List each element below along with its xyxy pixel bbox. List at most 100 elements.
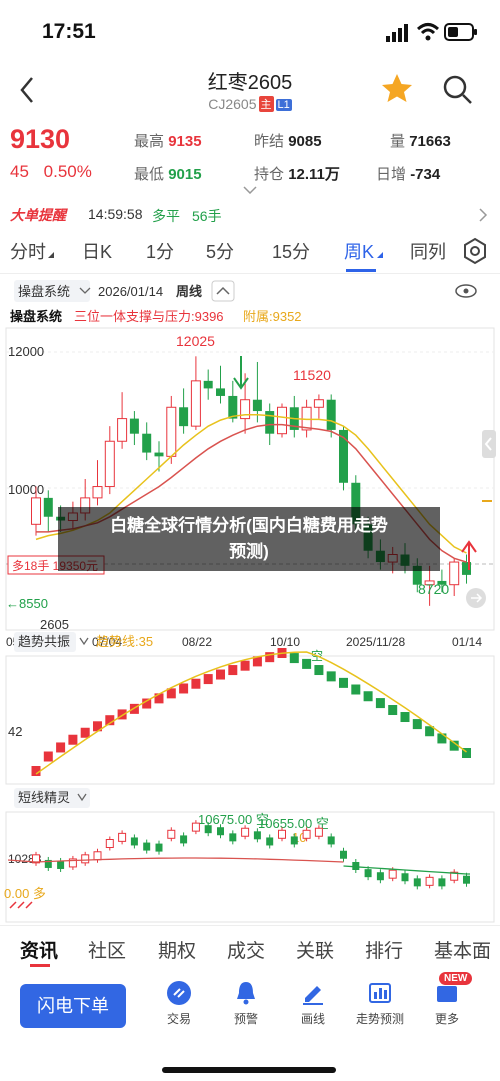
x-tick-label: 2025/11/28	[346, 635, 405, 649]
daily-increase-value: -734	[410, 166, 441, 183]
notice-qty: 56手	[192, 208, 222, 224]
trend-bar	[400, 712, 410, 723]
down-arrow-icon	[233, 356, 249, 390]
collapse-button[interactable]	[211, 280, 235, 302]
system-select[interactable]: 操盘系统	[18, 284, 70, 299]
x-tick-label: 10/10	[270, 635, 300, 649]
high-label: 12025	[176, 333, 215, 349]
eye-icon[interactable]	[455, 284, 477, 298]
trend-name[interactable]: 趋势共振	[18, 634, 70, 649]
active-tab-indicator	[346, 269, 376, 272]
l1-badge: L1	[275, 99, 292, 111]
short-bar	[290, 836, 298, 845]
short-bar	[278, 829, 286, 839]
trend-bar	[351, 684, 361, 695]
high-label: 最高	[134, 133, 165, 150]
y-label-10000: 10000	[8, 482, 44, 497]
candle-body	[43, 497, 53, 517]
short-bar	[180, 835, 188, 844]
trade-label: 交易	[166, 1012, 191, 1026]
trend-bar	[68, 734, 78, 745]
trend-bar	[228, 665, 238, 676]
candle-body	[252, 399, 262, 412]
draw-line-button[interactable]: 画线	[283, 980, 343, 1027]
tab-15min[interactable]: 15分	[272, 238, 310, 264]
nav-bar: 红枣2605 CJ2605 主 L1	[0, 62, 500, 118]
tab-intraday[interactable]: 分时	[10, 238, 46, 264]
x-tick-label: 08/22	[182, 635, 212, 649]
tab-community[interactable]: 社区	[88, 936, 126, 963]
prev-settle-stat: 昨结 9085	[254, 130, 322, 151]
x-tick-label: 01/14	[452, 635, 482, 649]
alert-label: 预警	[233, 1012, 258, 1026]
tab-same-list[interactable]: 同列	[410, 238, 446, 264]
volume-stat: 量 71663	[390, 130, 451, 151]
expand-chevron-icon[interactable]	[243, 186, 257, 194]
short-bar	[340, 850, 347, 859]
short-bar	[118, 832, 127, 842]
trend-forecast-label: 走势预测	[355, 1012, 404, 1026]
tab-trades[interactable]: 成交	[227, 936, 265, 963]
side-handle[interactable]	[482, 430, 496, 458]
short-bar	[93, 851, 102, 861]
tab-weekly[interactable]: 周K	[344, 238, 374, 264]
status-time: 17:51	[42, 20, 96, 43]
trend-bar	[388, 705, 398, 716]
low-value: 9015	[168, 166, 202, 183]
star-icon[interactable]	[380, 72, 414, 104]
app-screen: 17:51 红枣2605 CJ2605 主 L1 9130 45 0.50% 最…	[0, 0, 500, 1081]
settings-gear-icon[interactable]	[460, 236, 490, 266]
short-bar	[302, 829, 311, 839]
short-bar	[266, 837, 274, 846]
tab-related[interactable]: 关联	[296, 936, 334, 963]
chart-date: 2026/01/14	[98, 284, 163, 299]
high-stat: 最高 9135	[134, 130, 202, 151]
tab-5min[interactable]: 5分	[206, 238, 234, 264]
x-axis: 05/1607/0408/2210/102025/11/2801/14	[6, 635, 482, 649]
big-order-badge: 大单提醒	[10, 207, 66, 223]
tab-fundamentals[interactable]: 基本面	[434, 936, 500, 963]
tab-ranking[interactable]: 排行	[365, 936, 403, 963]
short-bar	[167, 829, 176, 839]
action-bar: 闪电下单 交易 预警 画线 走势预测 更多 NEW	[0, 972, 500, 1038]
overlay-line-1: 白糖全球行情分析(国内白糖费用走势	[110, 516, 388, 535]
candle-body	[216, 388, 225, 396]
battery-icon	[444, 23, 477, 41]
short-bar	[204, 825, 212, 834]
search-icon[interactable]	[442, 74, 474, 106]
candle-body	[117, 418, 128, 442]
alert-button[interactable]: 预警	[216, 980, 276, 1027]
candle-body	[265, 411, 275, 434]
news-overlay[interactable]: 白糖全球行情分析(国内白糖费用走势 预测)	[58, 507, 440, 571]
trend-forecast-button[interactable]: 走势预测	[350, 980, 410, 1027]
indicator-name: 操盘系统	[10, 309, 62, 324]
short-name[interactable]: 短线精灵	[18, 790, 70, 805]
page-title: 红枣2605	[207, 72, 293, 94]
trend-bar	[56, 742, 66, 753]
kline-chart[interactable]: 操盘系统 2026/01/14 周线 操盘系统 三位一体支撑与压力:9396 附…	[0, 276, 500, 924]
more-button[interactable]: 更多 NEW	[417, 972, 477, 1027]
short-bar	[81, 854, 90, 864]
tab-daily[interactable]: 日K	[82, 238, 112, 264]
open-interest-label: 持仓	[254, 166, 285, 183]
candle-body	[203, 380, 213, 389]
trend-y-label: 42	[8, 724, 22, 739]
trend-line-label: 趋势线:35	[96, 634, 153, 649]
tab-1min[interactable]: 1分	[146, 238, 174, 264]
short-bar	[241, 827, 250, 837]
trade-icon	[167, 981, 191, 1005]
trade-button[interactable]: 交易	[149, 980, 209, 1027]
notice-type: 多平	[152, 208, 180, 224]
contract-label: 2605	[40, 617, 69, 632]
short-bar	[364, 869, 372, 878]
trend-bar	[203, 674, 213, 685]
big-order-notice[interactable]: 大单提醒 14:59:58 多平 56手	[0, 200, 500, 228]
tab-news[interactable]: 资讯	[20, 936, 58, 963]
y-label-12000: 12000	[8, 344, 44, 359]
active-info-indicator	[30, 964, 50, 967]
peak2-label: 11520	[293, 367, 331, 383]
tab-options[interactable]: 期权	[158, 936, 196, 963]
flash-order-button[interactable]: 闪电下单	[20, 984, 126, 1028]
overlay-line-2: 预测)	[229, 542, 269, 561]
last-price: 9130	[10, 124, 71, 154]
